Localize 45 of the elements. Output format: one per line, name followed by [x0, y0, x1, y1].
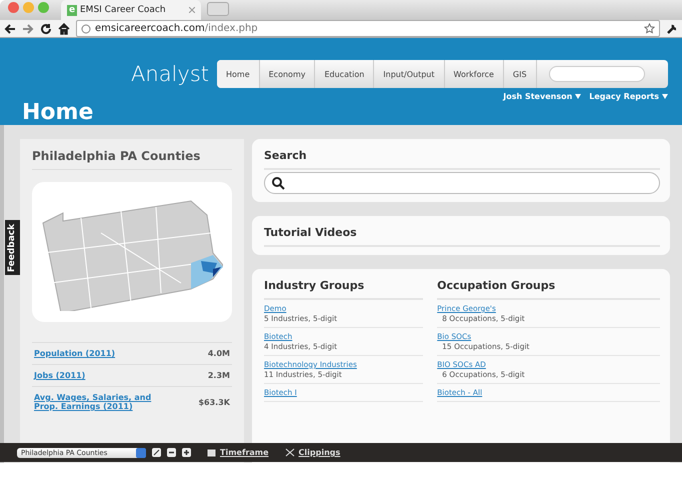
stat-link[interactable]: Avg. Wages, Salaries, and Prop. Earnings (2011)	[34, 393, 164, 411]
card-title: Occupation Groups	[437, 279, 660, 300]
address-field[interactable]: emsicareercoach.com/index.php	[76, 20, 660, 37]
page-title: Home	[22, 100, 94, 125]
search-field[interactable]	[264, 172, 660, 194]
card-title: Industry Groups	[264, 279, 424, 300]
menu-link[interactable]: Josh Stevenson	[503, 92, 582, 101]
feedback-tab[interactable]: Feedback	[5, 220, 20, 275]
home-icon[interactable]	[58, 22, 70, 34]
nav-tab[interactable]: GIS	[504, 60, 537, 88]
edit-icon[interactable]	[152, 448, 161, 457]
search-icon	[271, 176, 285, 190]
window-control[interactable]	[8, 2, 19, 12]
toolbar-link[interactable]: Timeframe	[207, 448, 269, 457]
wrench-icon[interactable]	[666, 22, 678, 34]
stat-value: 2.3M	[208, 371, 230, 380]
globe-icon	[81, 24, 91, 34]
stat-link[interactable]: Population (2011)	[34, 349, 164, 358]
search-field[interactable]	[548, 66, 645, 82]
forward-icon[interactable]	[22, 22, 34, 34]
caret-icon	[575, 94, 582, 99]
minus-icon[interactable]	[167, 448, 176, 457]
brand-name: Analyst	[131, 62, 209, 86]
browser-tab[interactable]: e EMSI Career Coach	[61, 0, 201, 20]
nav-tab[interactable]: Education	[315, 60, 374, 88]
site-logo: e	[67, 4, 77, 16]
nav-tab[interactable]: Input/Output	[374, 60, 444, 88]
card-title: Tutorial Videos	[264, 226, 660, 247]
back-icon[interactable]	[4, 22, 16, 34]
stat-value: 4.0M	[208, 349, 230, 358]
menu-link[interactable]: Legacy Reports	[589, 92, 668, 101]
nav-tab[interactable]: Workforce	[444, 60, 504, 88]
card-title: Search	[264, 149, 660, 170]
panel-title: Philadelphia PA Counties	[32, 149, 232, 170]
caret-icon	[662, 94, 668, 99]
close-icon[interactable]	[189, 7, 195, 13]
calendar-icon	[207, 448, 216, 457]
star-icon[interactable]	[644, 23, 655, 34]
stat-value: $63.3K	[198, 398, 230, 406]
toolbar-link[interactable]: Clippings	[284, 448, 340, 457]
nav-tab[interactable]: Economy	[260, 60, 316, 88]
stat-link[interactable]: Jobs (2011)	[34, 371, 164, 380]
nav-tab[interactable]: Home	[217, 60, 260, 88]
reload-icon[interactable]	[40, 22, 52, 34]
plus-icon[interactable]	[182, 448, 191, 457]
